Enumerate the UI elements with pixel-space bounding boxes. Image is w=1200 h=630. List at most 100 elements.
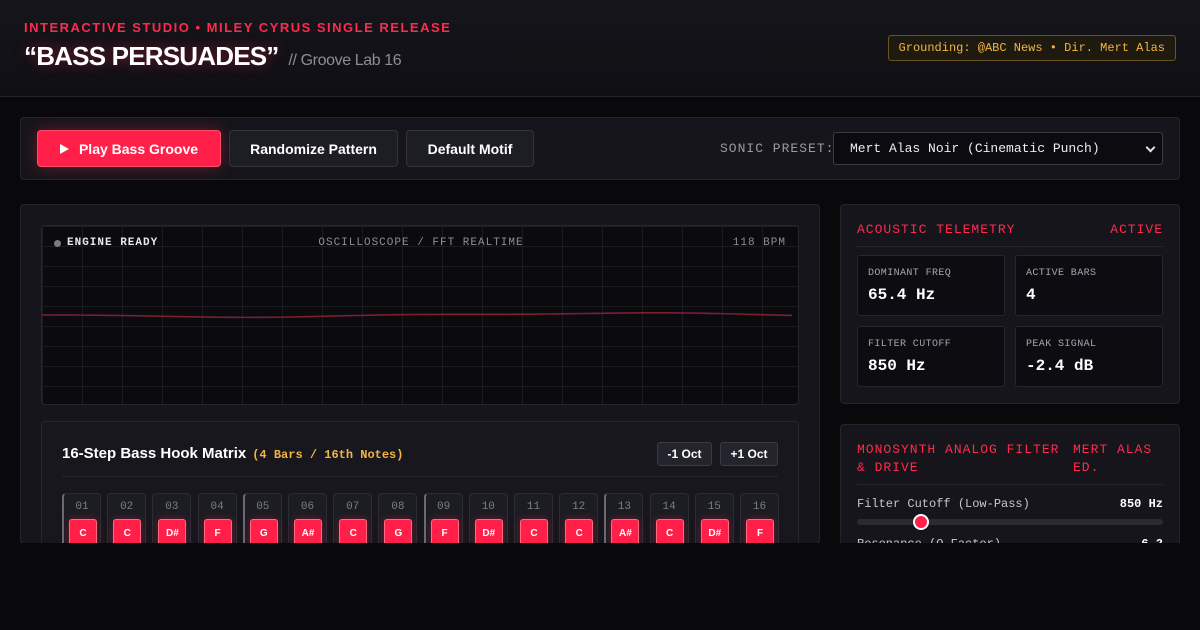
play-icon — [59, 143, 69, 154]
step-note-button[interactable]: F — [203, 519, 232, 543]
metric-dominant-freq: DOMINANT FREQ 65.4 Hz — [857, 255, 1005, 316]
synth-title: MONOSYNTH ANALOG FILTER & DRIVE — [857, 442, 1060, 475]
scope-mode: OSCILLOSCOPE / FFT REALTIME — [318, 237, 524, 249]
step-cell-07[interactable]: 07 C — [333, 493, 373, 543]
acoustic-telemetry-panel: ACOUSTIC TELEMETRY ACTIVE DOMINANT FREQ … — [840, 204, 1180, 404]
app-header: INTERACTIVE STUDIO • MILEY CYRUS SINGLE … — [0, 0, 1200, 97]
step-number: 08 — [391, 501, 405, 513]
matrix-title: 16-Step Bass Hook Matrix (4 Bars / 16th N… — [62, 445, 403, 462]
octave-up-button[interactable]: +1 Oct — [720, 442, 778, 466]
step-number: 15 — [707, 501, 721, 513]
synth-edition: MERT ALAS ED. — [1073, 442, 1153, 475]
synth-header: MONOSYNTH ANALOG FILTER & DRIVE MERT ALA… — [857, 441, 1163, 485]
step-cell-06[interactable]: 06 A# — [288, 493, 327, 543]
step-cell-13[interactable]: 13 A# — [604, 493, 644, 543]
metric-label: DOMINANT FREQ — [868, 268, 952, 279]
chevron-down-icon — [1145, 142, 1156, 153]
step-note-button[interactable]: C — [69, 519, 97, 543]
step-number: 14 — [662, 501, 676, 513]
telemetry-title: ACOUSTIC TELEMETRY — [857, 222, 1016, 237]
step-number: 13 — [617, 501, 631, 513]
randomize-pattern-button[interactable]: Randomize Pattern — [229, 130, 398, 167]
matrix-divider — [62, 476, 778, 477]
main-panel: ENGINE READY OSCILLOSCOPE / FFT REALTIME… — [20, 204, 820, 544]
step-note-button[interactable]: D# — [158, 519, 187, 543]
filter-cutoff-slider[interactable] — [857, 514, 1163, 530]
release-eyebrow: INTERACTIVE STUDIO • MILEY CYRUS SINGLE … — [24, 20, 452, 35]
step-number: 06 — [300, 501, 315, 513]
metric-value: 850 Hz — [868, 357, 926, 375]
step-note-button[interactable]: G — [249, 519, 278, 543]
metric-filter-cutoff: FILTER CUTOFF 850 Hz — [857, 326, 1005, 387]
octave-down-button[interactable]: -1 Oct — [657, 442, 712, 466]
step-note-button[interactable]: F — [430, 519, 459, 543]
metric-label: PEAK SIGNAL — [1026, 339, 1097, 350]
step-number: 04 — [210, 501, 224, 513]
filter-cutoff-label: Filter Cutoff (Low-Pass) — [857, 497, 1030, 511]
telemetry-header: ACOUSTIC TELEMETRY ACTIVE — [857, 222, 1163, 247]
metric-label: FILTER CUTOFF — [868, 339, 952, 350]
step-note-button[interactable]: F — [746, 519, 774, 543]
step-matrix: 16-Step Bass Hook Matrix (4 Bars / 16th N… — [41, 421, 799, 543]
step-note-button[interactable]: C — [113, 519, 142, 543]
step-number: 02 — [120, 501, 134, 513]
tempo-readout: 118 BPM — [732, 237, 786, 249]
sonic-preset-value: Mert Alas Noir (Cinematic Punch) — [850, 141, 1100, 156]
metric-peak-signal: PEAK SIGNAL -2.4 dB — [1015, 326, 1163, 387]
step-note-button[interactable]: D# — [474, 519, 503, 543]
step-number: 05 — [256, 501, 270, 513]
metric-label: ACTIVE BARS — [1026, 268, 1097, 279]
step-cell-02[interactable]: 02 C — [107, 493, 147, 543]
sonic-preset-select[interactable]: Mert Alas Noir (Cinematic Punch) — [833, 132, 1163, 165]
metric-active-bars: ACTIVE BARS 4 — [1015, 255, 1163, 316]
step-cell-09[interactable]: 09 F — [423, 493, 463, 543]
default-motif-button[interactable]: Default Motif — [406, 130, 534, 167]
step-cell-16[interactable]: 16 F — [740, 493, 779, 543]
step-note-button[interactable]: A# — [294, 519, 322, 543]
sonic-preset-label: SONIC PRESET: — [720, 141, 835, 156]
step-cell-12[interactable]: 12 C — [559, 493, 599, 543]
metric-value: 4 — [1026, 286, 1036, 304]
step-number: 03 — [165, 501, 179, 513]
metric-value: -2.4 dB — [1026, 357, 1094, 375]
step-cell-10[interactable]: 10 D# — [468, 493, 508, 543]
step-number: 12 — [572, 501, 586, 513]
step-number: 11 — [526, 501, 541, 513]
step-note-button[interactable]: C — [655, 519, 684, 543]
step-cell-05[interactable]: 05 G — [242, 493, 282, 543]
step-number: 16 — [752, 501, 767, 513]
step-number: 07 — [346, 501, 360, 513]
grounding-badge: Grounding: @ABC News • Dir. Mert Alas — [887, 35, 1176, 61]
page-subtitle: // Groove Lab 16 — [288, 52, 402, 69]
oscilloscope-display: ENGINE READY OSCILLOSCOPE / FFT REALTIME… — [41, 225, 799, 405]
play-bass-groove-button[interactable]: Play Bass Groove — [37, 130, 221, 167]
step-note-button[interactable]: A# — [611, 519, 640, 543]
step-number: 10 — [481, 501, 495, 513]
slider-thumb[interactable] — [913, 514, 930, 530]
step-cell-15[interactable]: 15 D# — [694, 493, 734, 543]
step-note-button[interactable]: C — [565, 519, 594, 543]
step-note-button[interactable]: G — [384, 519, 413, 543]
step-cell-14[interactable]: 14 C — [649, 493, 689, 543]
step-cell-08[interactable]: 08 G — [378, 493, 418, 543]
matrix-title-text: 16-Step Bass Hook Matrix — [62, 445, 247, 462]
step-note-button[interactable]: D# — [700, 519, 729, 543]
step-note-button[interactable]: C — [520, 519, 548, 543]
step-number: 01 — [75, 501, 89, 513]
step-note-button[interactable]: C — [339, 519, 368, 543]
page-title: “BASS PERSUADES” — [24, 41, 279, 71]
page-bottom-area — [0, 543, 1200, 630]
step-cell-04[interactable]: 04 F — [197, 493, 237, 543]
step-cell-11[interactable]: 11 C — [514, 493, 553, 543]
step-cell-01[interactable]: 01 C — [62, 493, 101, 543]
step-cell-03[interactable]: 03 D# — [152, 493, 192, 543]
metric-value: 65.4 Hz — [868, 286, 936, 304]
filter-cutoff-value: 850 Hz — [1119, 497, 1163, 511]
title-row: “BASS PERSUADES” // Groove Lab 16 — [24, 41, 402, 72]
control-toolbar: Play Bass Groove Randomize Pattern Defau… — [20, 117, 1180, 180]
matrix-subtitle: (4 Bars / 16th Notes) — [252, 448, 404, 462]
waveform-trace — [42, 312, 793, 319]
play-button-label: Play Bass Groove — [78, 140, 199, 157]
telemetry-status: ACTIVE — [1110, 222, 1163, 237]
step-number: 09 — [436, 501, 451, 513]
